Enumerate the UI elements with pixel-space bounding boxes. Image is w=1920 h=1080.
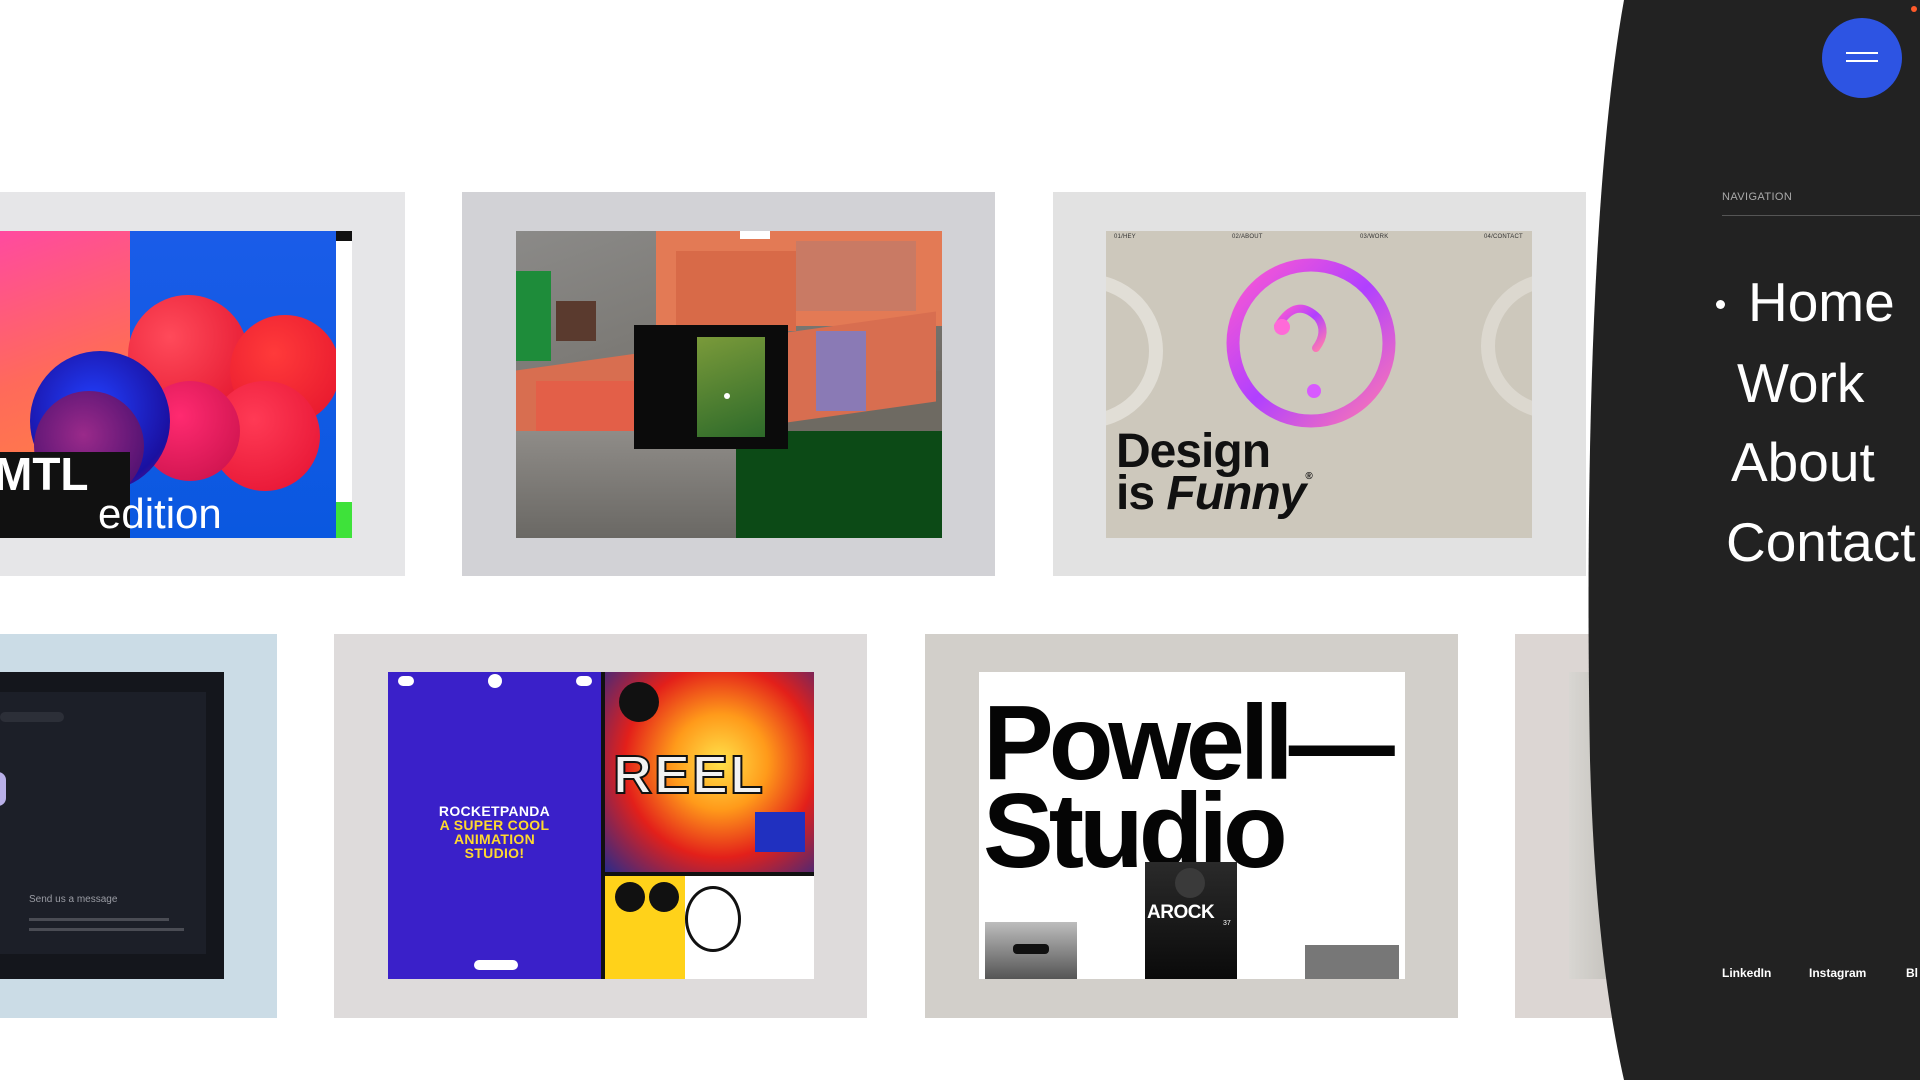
hamburger-icon-line <box>1846 60 1878 62</box>
comic-shape <box>649 882 679 912</box>
rp-title-line1: ROCKETPANDA <box>438 803 551 819</box>
arock-poster: AROCK 37 <box>1145 862 1237 979</box>
arock-badge: AROCK <box>1147 902 1215 923</box>
rp-title: ROCKETPANDA A SUPER COOL ANIMATION STUDI… <box>388 804 601 860</box>
rp-title-line3: ANIMATION <box>454 831 535 847</box>
registered-mark: ® <box>1305 471 1312 483</box>
comic-shape <box>619 682 659 722</box>
rp-character-art <box>605 876 814 979</box>
rp-cta-button <box>474 960 518 970</box>
map-field <box>816 331 866 411</box>
dif-title-is: is <box>1116 467 1155 521</box>
rp-title-line2: A SUPER COOL <box>439 817 550 833</box>
rp-user-icon <box>576 676 592 686</box>
radio-line <box>29 928 184 931</box>
social-link-linkedin[interactable]: LinkedIn <box>1722 966 1771 980</box>
nav-item-about[interactable]: About <box>1731 435 1875 490</box>
project-thumbnail-powell-studio: Powell— Studio AROCK 37 <box>979 672 1405 979</box>
project-thumbnail-map <box>516 231 942 538</box>
rp-blue-panel: ROCKETPANDA A SUPER COOL ANIMATION STUDI… <box>388 672 601 979</box>
dif-title-line2: is Funny® <box>1116 470 1313 518</box>
project-thumbnail-mtl: MTL edition <box>0 231 352 538</box>
project-thumbnail-rocketpanda: ROCKETPANDA A SUPER COOL ANIMATION STUDI… <box>388 672 814 979</box>
rp-menu-icon <box>398 676 414 686</box>
map-field <box>556 301 596 341</box>
project-card-powell-studio[interactable]: Powell— Studio AROCK 37 <box>925 634 1458 1018</box>
portrait-image <box>985 922 1077 979</box>
project-thumbnail-send-message: Send us a message <box>0 672 224 979</box>
rp-title-line4: STUDIO! <box>464 845 525 861</box>
message-heading: Send us a message <box>29 894 118 905</box>
project-card-rocketpanda[interactable]: ROCKETPANDA A SUPER COOL ANIMATION STUDI… <box>334 634 867 1018</box>
navigation-divider <box>1722 215 1920 216</box>
map-field <box>676 251 796 331</box>
project-card-mtl[interactable]: MTL edition <box>0 192 405 576</box>
rail-green <box>336 502 352 538</box>
grey-block <box>1305 945 1399 979</box>
dif-title-funny: Funny <box>1166 467 1306 521</box>
map-road <box>740 231 770 239</box>
comic-shape <box>685 886 741 952</box>
sunglasses <box>1013 944 1049 954</box>
map-field <box>796 241 916 311</box>
rp-logo-icon <box>488 674 502 688</box>
radio-line <box>29 918 169 921</box>
social-link-instagram[interactable]: Instagram <box>1809 966 1866 980</box>
notification-dot-icon <box>1911 6 1917 12</box>
social-link-blog[interactable]: Bl <box>1906 966 1918 980</box>
poster-figure <box>1175 868 1205 898</box>
project-card-send-message[interactable]: Send us a message <box>0 634 277 1018</box>
nav-item-work[interactable]: Work <box>1737 356 1864 411</box>
dif-title: Design is Funny® <box>1116 427 1313 518</box>
map-pin <box>724 393 730 399</box>
project-thumbnail-design-is-funny: 01/HEY 02/ABOUT 03/WORK 04/CONTACT Desig… <box>1106 231 1532 538</box>
mtl-subtitle: edition <box>98 490 222 537</box>
project-card-design-is-funny[interactable]: 01/HEY 02/ABOUT 03/WORK 04/CONTACT Desig… <box>1053 192 1586 576</box>
pill-tab <box>0 712 64 722</box>
nav-item-home[interactable]: Home <box>1748 275 1895 330</box>
map-field <box>536 381 636 431</box>
hamburger-icon-line <box>1846 52 1878 54</box>
map-overlay-window <box>697 337 765 437</box>
lavender-shape <box>0 772 6 806</box>
arock-number: 37 <box>1223 920 1231 927</box>
rail-top <box>336 231 352 241</box>
menu-close-button[interactable] <box>1822 18 1902 98</box>
comic-shape <box>755 812 805 852</box>
dark-panel <box>0 692 206 954</box>
powell-title: Powell— Studio <box>983 690 1395 884</box>
mtl-title: MTL <box>0 448 89 500</box>
side-rail <box>336 231 352 538</box>
project-card-map[interactable] <box>462 192 995 576</box>
rp-reel-art: REEL <box>605 672 814 872</box>
comic-shape <box>615 882 645 912</box>
active-indicator-dot <box>1716 300 1725 309</box>
map-field <box>516 271 551 361</box>
reel-text: REEL <box>612 745 766 805</box>
nav-item-contact[interactable]: Contact <box>1726 515 1916 570</box>
navigation-title: NAVIGATION <box>1722 191 1793 203</box>
